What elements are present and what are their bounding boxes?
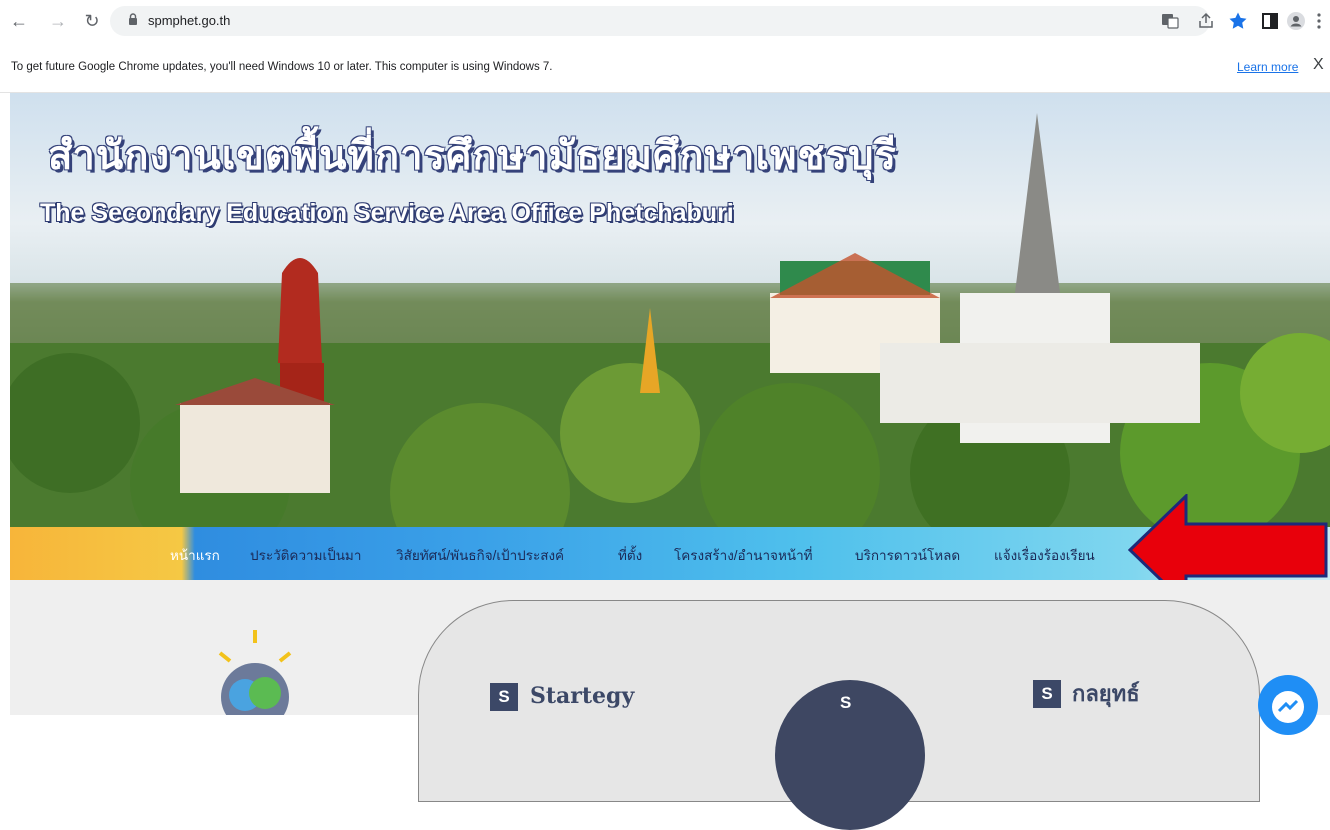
lock-icon[interactable] <box>128 13 138 25</box>
messenger-chat-button[interactable] <box>1258 675 1318 735</box>
url-text[interactable]: spmphet.go.th <box>148 13 230 28</box>
back-icon[interactable]: ← <box>8 10 30 32</box>
strategy-th-badge: S <box>1033 680 1061 708</box>
side-panel-icon[interactable] <box>1260 11 1280 31</box>
reload-icon[interactable]: ↻ <box>81 10 103 32</box>
infobar-message: To get future Google Chrome updates, you… <box>11 61 553 73</box>
nav-item-downloads[interactable]: บริการดาวน์โหลด <box>855 544 960 566</box>
nav-item-vision-mission[interactable]: วิสัยทัศน์/พันธกิจ/เป้าประสงค์ <box>396 544 564 566</box>
lightbulb-brain-icon <box>218 630 292 715</box>
close-icon[interactable]: X <box>1313 56 1324 74</box>
address-bar[interactable] <box>110 6 1210 36</box>
bookmark-star-icon[interactable] <box>1228 11 1248 31</box>
browser-toolbar: ← → ↻ spmphet.go.th <box>0 0 1330 42</box>
banner-title-thai: สำนักงานเขตพื้นที่การศึกษามัธยมศึกษาเพชร… <box>48 133 898 179</box>
messenger-icon <box>1272 691 1304 723</box>
update-infobar: To get future Google Chrome updates, you… <box>0 42 1330 93</box>
menu-icon[interactable] <box>1314 11 1324 31</box>
learn-more-link[interactable]: Learn more <box>1237 60 1298 74</box>
hero-banner: สำนักงานเขตพื้นที่การศึกษามัธยมศึกษาเพชร… <box>10 93 1330 528</box>
translate-icon[interactable] <box>1160 11 1180 31</box>
nav-item-complaints[interactable]: แจ้งเรื่องร้องเรียน <box>994 544 1095 566</box>
profile-icon[interactable] <box>1286 11 1306 31</box>
nav-item-structure[interactable]: โครงสร้าง/อำนาจหน้าที่ <box>674 544 813 566</box>
center-letter: S <box>840 693 852 712</box>
strategy-label: Startegy <box>530 683 635 709</box>
forward-icon[interactable]: → <box>47 10 69 32</box>
banner-title-english: The Secondary Education Service Area Off… <box>40 199 734 227</box>
nav-item-home[interactable]: หน้าแรก <box>170 544 220 566</box>
nav-item-history[interactable]: ประวัติความเป็นมา <box>250 544 361 566</box>
share-icon[interactable] <box>1196 11 1216 31</box>
strategy-th-label: กลยุทธ์ <box>1072 682 1140 707</box>
nav-item-location[interactable]: ที่ตั้ง <box>618 544 642 566</box>
strategy-badge: S <box>490 683 518 711</box>
